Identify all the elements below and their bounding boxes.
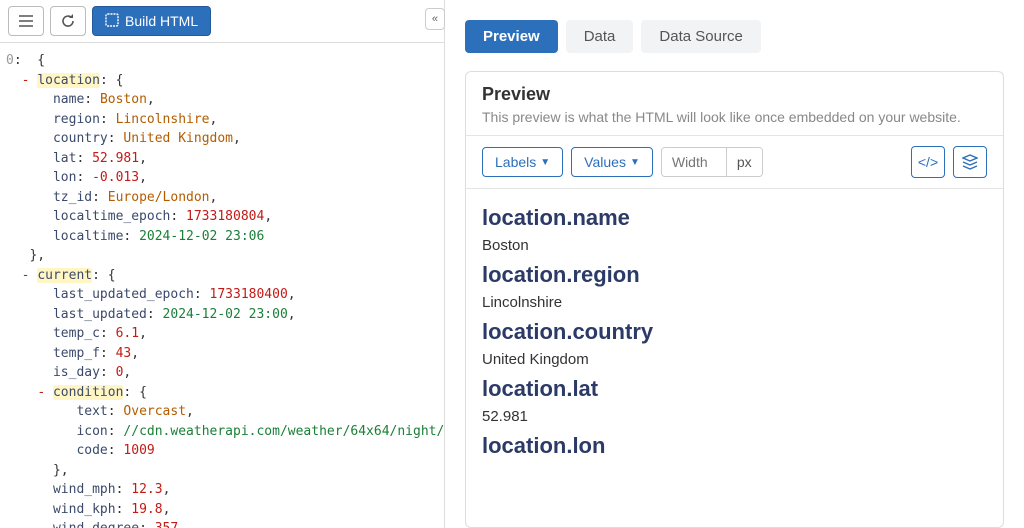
chevron-down-icon: ▼: [540, 157, 550, 168]
preview-controls: Labels ▼ Values ▼ px </>: [466, 136, 1003, 189]
preview-label: location.lat: [482, 376, 987, 402]
menu-icon: [18, 14, 34, 28]
preview-card: Preview This preview is what the HTML wi…: [465, 71, 1004, 528]
chevron-down-icon: ▼: [630, 157, 640, 168]
build-icon: [105, 13, 119, 30]
width-input-group: px: [661, 147, 763, 177]
preview-title: Preview: [482, 84, 987, 105]
preview-header: Preview This preview is what the HTML wi…: [466, 72, 1003, 136]
preview-value: 52.981: [482, 408, 987, 425]
build-html-label: Build HTML: [125, 13, 198, 29]
tab-data-source[interactable]: Data Source: [641, 20, 760, 53]
collapse-toggle[interactable]: -: [22, 268, 30, 283]
layers-button[interactable]: [953, 146, 987, 178]
width-unit: px: [726, 148, 762, 176]
values-dropdown[interactable]: Values ▼: [571, 147, 653, 177]
preview-body: location.name Boston location.region Lin…: [466, 189, 1003, 527]
layers-icon: [962, 154, 978, 170]
preview-label: location.country: [482, 319, 987, 345]
preview-pane: Preview Data Data Source Preview This pr…: [445, 0, 1024, 528]
menu-button[interactable]: [8, 6, 44, 36]
code-icon: </>: [918, 154, 938, 170]
width-input[interactable]: [662, 148, 726, 176]
preview-value: United Kingdom: [482, 351, 987, 368]
tab-preview[interactable]: Preview: [465, 20, 558, 53]
preview-label: location.region: [482, 262, 987, 288]
collapse-toggle[interactable]: -: [37, 385, 45, 400]
preview-value: Boston: [482, 237, 987, 254]
json-source[interactable]: 0: { - location: { name: Boston, region:…: [0, 43, 444, 528]
refresh-button[interactable]: [50, 6, 86, 36]
tab-bar: Preview Data Data Source: [445, 0, 1024, 65]
json-editor-pane: Build HTML « 0: { - location: { name: Bo…: [0, 0, 445, 528]
preview-subtitle: This preview is what the HTML will look …: [482, 109, 987, 125]
refresh-icon: [60, 13, 76, 29]
code-view-button[interactable]: </>: [911, 146, 945, 178]
build-html-button[interactable]: Build HTML: [92, 6, 211, 36]
tab-data[interactable]: Data: [566, 20, 634, 53]
preview-value: Lincolnshire: [482, 294, 987, 311]
preview-label: location.lon: [482, 433, 987, 459]
labels-dropdown[interactable]: Labels ▼: [482, 147, 563, 177]
preview-label: location.name: [482, 205, 987, 231]
collapse-toggle[interactable]: -: [22, 73, 30, 88]
collapse-panel-button[interactable]: «: [425, 8, 445, 30]
editor-toolbar: Build HTML: [0, 0, 444, 43]
